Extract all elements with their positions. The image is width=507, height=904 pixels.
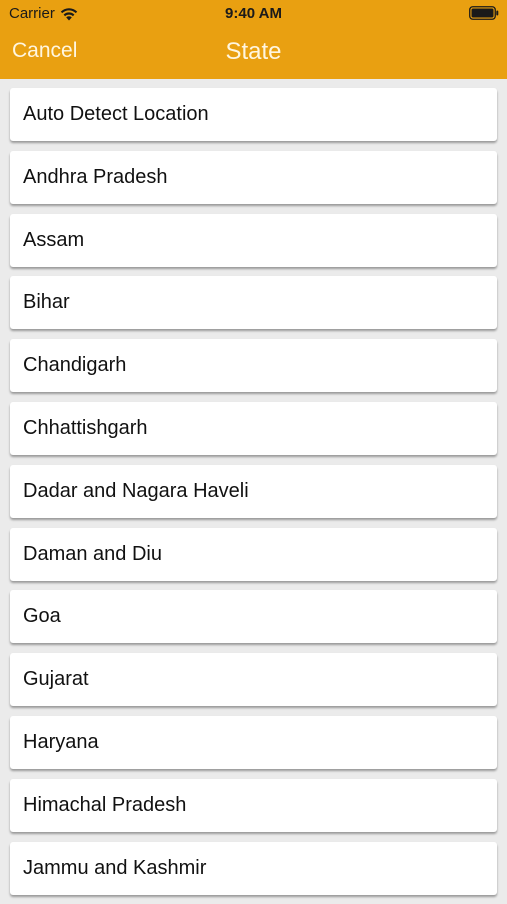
page-title: State: [225, 38, 282, 65]
battery-icon: [469, 6, 499, 20]
list-item-dadar-and-nagara-haveli[interactable]: Dadar and Nagara Haveli: [10, 464, 497, 518]
list-item-daman-and-diu[interactable]: Daman and Diu: [10, 527, 497, 581]
state-list: Auto Detect Location Andhra Pradesh Assa…: [10, 88, 497, 904]
nav-bar: Cancel State: [0, 28, 507, 79]
status-time: 9:40 AM: [225, 5, 282, 22]
list-item-chhattishgarh[interactable]: Chhattishgarh: [10, 401, 497, 455]
list-item-goa[interactable]: Goa: [10, 590, 497, 644]
status-bar: Carrier 9:40 AM: [0, 0, 507, 28]
list-item-bihar[interactable]: Bihar: [10, 276, 497, 330]
list-item-andhra-pradesh[interactable]: Andhra Pradesh: [10, 150, 497, 204]
list-item-assam[interactable]: Assam: [10, 213, 497, 267]
list-item-jammu-and-kashmir[interactable]: Jammu and Kashmir: [10, 841, 497, 895]
header: Carrier 9:40 AM Cancel State: [0, 0, 507, 79]
list-item-chandigarh[interactable]: Chandigarh: [10, 339, 497, 393]
list-item-himachal-pradesh[interactable]: Himachal Pradesh: [10, 778, 497, 832]
list-item-auto-detect-location[interactable]: Auto Detect Location: [10, 88, 497, 141]
list-item-gujarat[interactable]: Gujarat: [10, 653, 497, 707]
list-item-haryana[interactable]: Haryana: [10, 715, 497, 769]
